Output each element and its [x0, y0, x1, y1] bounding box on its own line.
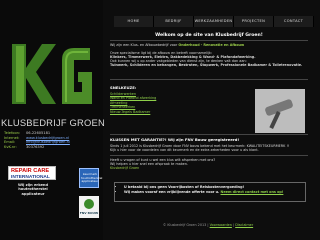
link-badkamer[interactable]: Nieuw-Tegels Badkamer: [110, 110, 230, 114]
contact-label: KvK-nr:: [4, 144, 17, 149]
footer: © Klusbedrijf Groen 2013 | Voorwaarden |…: [108, 223, 308, 227]
quick-links: Schilderwerken Wand en Plafond afwerking…: [110, 92, 230, 114]
repair-care-logo[interactable]: REPAIR CARE INTERNATIONAL: [8, 166, 56, 180]
page-title: Welkom op de site van Klusbedrijf Groen!: [155, 33, 263, 38]
contact-value: 30376392: [26, 144, 45, 149]
main-content: Welkom op de site van Klusbedrijf Groen!…: [110, 31, 310, 221]
usp-text: Wij maken vooraf een vrijblijvende offer…: [124, 189, 221, 194]
usp-text: U betaald bij ons geen Voorrijkosten of …: [124, 185, 245, 189]
intro-highlight: Onderhoud - Renovatie en Afbouw: [178, 43, 245, 47]
usp-box: U betaald bij ons geen Voorrijkosten of …: [114, 182, 306, 202]
contact-cta-link[interactable]: Neem direct contact met ons op!: [221, 190, 284, 194]
left-column: KLUSBEDRIJF GROEN Telefoon: 06-22605181 …: [0, 0, 105, 240]
copyright: © Klusbedrijf Groen 2013 |: [162, 223, 210, 227]
divider: [110, 134, 308, 135]
garantie-line2: Kijk u hier voor de voordelen van dit ke…: [110, 148, 259, 152]
nav-home[interactable]: HOME: [114, 16, 154, 27]
kg-logo-icon: [12, 44, 92, 104]
main-nav: HOME BEDRIJF WERKZAAMHEDEN PROJECTEN CON…: [114, 16, 314, 27]
contact-info: Telefoon: 06-22605181 Internet: www.klus…: [4, 131, 102, 149]
keurmerk-badge[interactable]: keurmerk houtrotherstel applicateur: [79, 168, 103, 188]
divider: [110, 79, 308, 80]
footer-link-voorwaarden[interactable]: Voorwaarden: [210, 223, 232, 227]
nav-contact[interactable]: CONTACT: [274, 16, 314, 27]
nav-bedrijf[interactable]: BEDRIJF: [154, 16, 194, 27]
intro-text: Wij zijn een Klus- en Afbouwbedrijf voor: [110, 43, 179, 47]
divider: [110, 155, 308, 156]
signature: Klusbedrijf Groen: [110, 166, 140, 170]
fnv-bouw-badge[interactable]: FNV BOUW: [79, 196, 99, 218]
nav-projecten[interactable]: PROJECTEN: [234, 16, 274, 27]
footer-link-disclaimer[interactable]: Disclaimer: [235, 223, 253, 227]
keurmerk-badge-text: keurmerk houtrotherstel applicateur: [81, 172, 103, 184]
garantie-heading: KLUSSEN MET GARANTIE?! Wij zijn FNV Bouw…: [110, 137, 240, 142]
repair-care-tagline: Wij zijn erkend houtrotherstel applicate…: [17, 183, 49, 196]
repair-care-line1: REPAIR CARE: [11, 168, 50, 174]
fnv-badge-text: FNV BOUW: [79, 211, 99, 215]
contact-kvk: KvK-nr: 30376392: [4, 145, 102, 150]
nav-werkzaamheden[interactable]: WERKZAAMHEDEN: [194, 16, 234, 27]
company-name: KLUSBEDRIJF GROEN: [1, 117, 105, 128]
repair-care-line2: INTERNATIONAL: [11, 174, 50, 180]
divider: [110, 40, 308, 41]
paint-roller-photo: [255, 89, 305, 133]
usp-item: Wij maken vooraf een vrijblijvende offer…: [124, 190, 302, 195]
intro-line1: Wij zijn een Klus- en Afbouwbedrijf voor…: [110, 43, 310, 47]
intro-line5: Tuinwerk, Schilderen en behangen, Bestra…: [110, 63, 303, 67]
fnv-logo-icon: [84, 199, 94, 209]
